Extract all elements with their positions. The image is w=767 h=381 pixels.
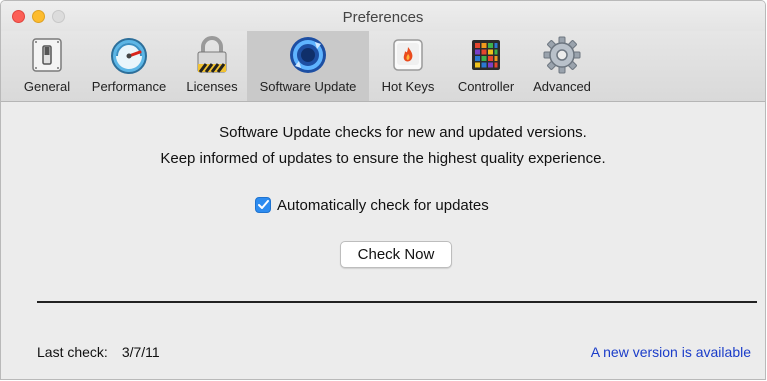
- auto-check-row[interactable]: Automatically check for updates: [255, 195, 489, 215]
- flame-key-icon: [388, 35, 428, 75]
- auto-check-label[interactable]: Automatically check for updates: [277, 197, 489, 214]
- description-line-2: Keep informed of updates to ensure the h…: [160, 150, 606, 167]
- gear-icon: [542, 35, 582, 75]
- tab-general[interactable]: General: [15, 31, 79, 101]
- tab-hot-keys[interactable]: Hot Keys: [372, 31, 444, 101]
- preferences-window: Preferences General Performance Licenses…: [0, 0, 766, 380]
- gauge-icon: [109, 35, 149, 75]
- tab-advanced[interactable]: Advanced: [526, 31, 598, 101]
- tab-general-label: General: [23, 79, 71, 94]
- divider: [37, 301, 757, 303]
- last-check-info: Last check: 3/7/11: [37, 344, 160, 360]
- description-line-1: Software Update checks for new and updat…: [219, 124, 587, 141]
- check-now-button[interactable]: Check Now: [340, 241, 452, 268]
- checkmark-icon: [257, 200, 269, 209]
- pad-controller-icon: [466, 35, 506, 75]
- tab-software-update-label: Software Update: [259, 79, 357, 94]
- tab-controller-label: Controller: [457, 79, 515, 94]
- tab-performance-label: Performance: [91, 79, 167, 94]
- last-check-label: Last check:: [37, 344, 108, 360]
- sync-icon: [288, 35, 328, 75]
- tab-hot-keys-label: Hot Keys: [381, 79, 435, 94]
- auto-check-checkbox[interactable]: [255, 197, 271, 213]
- switch-icon: [27, 35, 67, 75]
- tab-performance[interactable]: Performance: [81, 31, 177, 101]
- last-check-value: 3/7/11: [121, 344, 160, 360]
- window-title: Preferences: [342, 9, 424, 26]
- preferences-toolbar: General Performance Licenses Software Up…: [1, 31, 765, 102]
- software-update-pane: Software Update checks for new and updat…: [1, 102, 765, 379]
- padlock-icon: [192, 35, 232, 75]
- tab-licenses[interactable]: Licenses: [179, 31, 245, 101]
- tab-software-update[interactable]: Software Update: [247, 31, 369, 101]
- tab-licenses-label: Licenses: [186, 79, 238, 94]
- new-version-link[interactable]: A new version is available: [591, 344, 751, 360]
- tab-advanced-label: Advanced: [533, 79, 591, 94]
- tab-controller[interactable]: Controller: [448, 31, 524, 101]
